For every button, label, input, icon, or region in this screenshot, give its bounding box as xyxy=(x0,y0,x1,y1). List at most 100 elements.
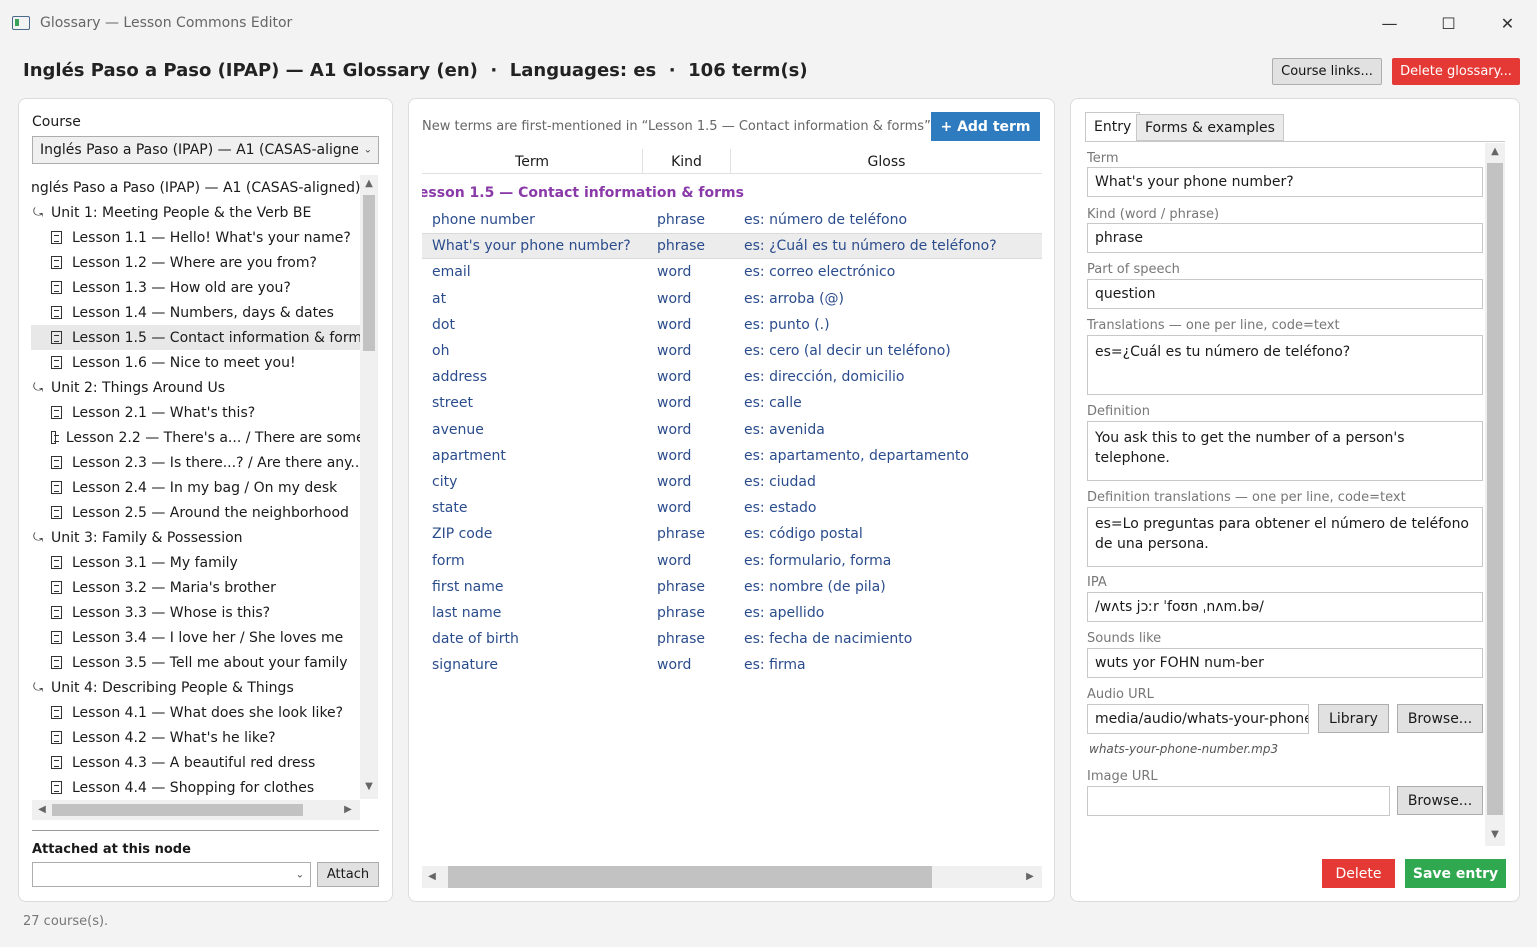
tree-unit-node[interactable]: ⤿ Unit 2: Things Around Us xyxy=(31,375,378,400)
scroll-left-icon[interactable]: ◀ xyxy=(34,804,50,815)
column-header-term[interactable]: Term xyxy=(422,149,643,174)
scroll-right-icon[interactable]: ▶ xyxy=(1022,871,1038,882)
tree-node-label: Lesson 4.3 — A beautiful red dress xyxy=(72,754,316,771)
delete-entry-button[interactable]: Delete xyxy=(1322,859,1395,888)
course-select[interactable]: Inglés Paso a Paso (IPAP) — A1 (CASAS-al… xyxy=(32,136,379,164)
column-header-kind[interactable]: Kind xyxy=(643,149,731,174)
tree-unit-node[interactable]: ⤿ Unit 3: Family & Possession xyxy=(31,525,378,550)
tree-root-node[interactable]: nglés Paso a Paso (IPAP) — A1 (CASAS-ali… xyxy=(31,175,378,200)
attached-select[interactable]: ⌄ xyxy=(32,862,311,887)
course-links-button[interactable]: Course links... xyxy=(1272,58,1382,85)
tree-lesson-node[interactable]: Lesson 4.3 — A beautiful red dress xyxy=(31,750,378,775)
scroll-left-icon[interactable]: ◀ xyxy=(424,871,440,882)
tree-lesson-node[interactable]: Lesson 1.1 — Hello! What's your name? xyxy=(31,225,378,250)
sounds-like-input[interactable]: wuts yor FOHN num-ber xyxy=(1087,648,1483,678)
close-icon[interactable]: ✕ xyxy=(1478,0,1537,46)
table-row[interactable]: signature word es: firma xyxy=(422,652,1042,678)
table-row[interactable]: avenue word es: avenida xyxy=(422,417,1042,443)
terms-grid[interactable]: phone number phrase es: número de teléfono… xyxy=(422,207,1042,678)
def-translations-textarea[interactable]: es=Lo preguntas para obtener el número d… xyxy=(1087,507,1483,567)
tree-lesson-node[interactable]: Lesson 4.1 — What does she look like? xyxy=(31,700,378,725)
image-browse-button[interactable]: Browse... xyxy=(1397,786,1483,815)
entry-scroll-thumb[interactable] xyxy=(1487,163,1503,815)
ipa-input[interactable]: /wʌts jɔːr ˈfoʊn ˌnʌm.bə/ xyxy=(1087,592,1483,622)
tree-lesson-node[interactable]: Lesson 3.1 — My family xyxy=(31,550,378,575)
scroll-down-icon[interactable]: ▼ xyxy=(361,781,377,792)
tree-lesson-node[interactable]: Lesson 2.3 — Is there...? / Are there an… xyxy=(31,450,378,475)
tree-lesson-node[interactable]: Lesson 1.4 — Numbers, days & dates xyxy=(31,300,378,325)
tree-lesson-node[interactable]: Lesson 1.2 — Where are you from? xyxy=(31,250,378,275)
table-row[interactable]: phone number phrase es: número de teléfono xyxy=(422,207,1042,233)
add-term-button[interactable]: + Add term xyxy=(931,112,1040,141)
table-row[interactable]: first name phrase es: nombre (de pila) xyxy=(422,574,1042,600)
column-header-gloss[interactable]: Gloss xyxy=(731,149,1042,174)
definition-textarea[interactable]: You ask this to get the number of a pers… xyxy=(1087,421,1483,481)
tree-hscroll-thumb[interactable] xyxy=(52,804,303,816)
tree-lesson-node[interactable]: Lesson 2.5 — Around the neighborhood xyxy=(31,500,378,525)
tree-lesson-node[interactable]: Lesson 1.3 — How old are you? xyxy=(31,275,378,300)
table-row[interactable]: last name phrase es: apellido xyxy=(422,600,1042,626)
tree-lesson-node[interactable]: Lesson 3.3 — Whose is this? xyxy=(31,600,378,625)
table-row[interactable]: email word es: correo electrónico xyxy=(422,259,1042,285)
table-row[interactable]: state word es: estado xyxy=(422,495,1042,521)
table-row[interactable]: ZIP code phrase es: código postal xyxy=(422,521,1042,547)
tree-lesson-node[interactable]: Lesson 1.6 — Nice to meet you! xyxy=(31,350,378,375)
image-url-input[interactable] xyxy=(1087,786,1390,816)
expander-icon[interactable]: ⤿ xyxy=(33,380,47,395)
table-row[interactable]: oh word es: cero (al decir un teléfono) xyxy=(422,338,1042,364)
translations-textarea[interactable]: es=¿Cuál es tu número de teléfono? xyxy=(1087,335,1483,395)
tab-divider xyxy=(1085,141,1505,142)
expander-icon[interactable]: ⤿ xyxy=(33,205,47,220)
tree-lesson-node[interactable]: Lesson 2.4 — In my bag / On my desk xyxy=(31,475,378,500)
expander-icon[interactable]: ⤿ xyxy=(33,530,47,545)
status-bar: 27 course(s). xyxy=(23,914,109,929)
tree-lesson-node[interactable]: Lesson 3.2 — Maria's brother xyxy=(31,575,378,600)
table-row[interactable]: city word es: ciudad xyxy=(422,469,1042,495)
tree-lesson-node[interactable]: Lesson 1.5 — Contact information & forms xyxy=(31,325,378,350)
grid-horizontal-scrollbar[interactable]: ◀ ▶ xyxy=(422,866,1042,888)
term-input[interactable]: What's your phone number? xyxy=(1087,167,1483,197)
kind-input[interactable]: phrase xyxy=(1087,223,1483,253)
save-entry-button[interactable]: Save entry xyxy=(1405,859,1506,888)
table-row[interactable]: dot word es: punto (.) xyxy=(422,312,1042,338)
table-row[interactable]: street word es: calle xyxy=(422,390,1042,416)
scroll-up-icon[interactable]: ▲ xyxy=(1487,146,1503,157)
table-row[interactable]: at word es: arroba (@) xyxy=(422,286,1042,312)
tab-forms-examples[interactable]: Forms & examples xyxy=(1136,114,1284,141)
scroll-right-icon[interactable]: ▶ xyxy=(340,804,356,815)
table-row[interactable]: What's your phone number? phrase es: ¿Cuál… xyxy=(422,233,1042,260)
tree-lesson-node[interactable]: Lesson 4.2 — What's he like? xyxy=(31,725,378,750)
library-button[interactable]: Library xyxy=(1318,704,1389,733)
course-tree[interactable]: nglés Paso a Paso (IPAP) — A1 (CASAS-ali… xyxy=(31,175,378,820)
scroll-up-icon[interactable]: ▲ xyxy=(361,178,377,189)
tree-unit-node[interactable]: ⤿ Unit 1: Meeting People & the Verb BE xyxy=(31,200,378,225)
tree-lesson-node[interactable]: Lesson 3.4 — I love her / She loves me xyxy=(31,625,378,650)
expander-icon[interactable]: ⤿ xyxy=(33,680,47,695)
tree-vertical-scrollbar[interactable]: ▲ ▼ xyxy=(360,175,378,799)
tree-lesson-node[interactable]: Lesson 3.5 — Tell me about your family xyxy=(31,650,378,675)
divider xyxy=(32,830,379,831)
scroll-down-icon[interactable]: ▼ xyxy=(1487,829,1503,840)
table-row[interactable]: date of birth phrase es: fecha de nacimien… xyxy=(422,626,1042,652)
tab-entry[interactable]: Entry xyxy=(1085,112,1141,141)
table-row[interactable]: form word es: formulario, forma xyxy=(422,547,1042,573)
pos-input[interactable]: question xyxy=(1087,279,1483,309)
tree-horizontal-scrollbar[interactable]: ◀ ▶ xyxy=(32,800,360,820)
tree-lesson-node[interactable]: Lesson 4.4 — Shopping for clothes xyxy=(31,775,378,800)
tree-unit-node[interactable]: ⤿ Unit 4: Describing People & Things xyxy=(31,675,378,700)
cell-term: oh xyxy=(432,343,450,360)
tree-lesson-node[interactable]: Lesson 2.2 — There's a... / There are so… xyxy=(31,425,378,450)
attach-button[interactable]: Attach xyxy=(317,862,379,887)
audio-browse-button[interactable]: Browse... xyxy=(1397,704,1483,733)
grid-hscroll-thumb[interactable] xyxy=(448,866,932,888)
audio-url-input[interactable]: media/audio/whats-your-phone-number.mp3 xyxy=(1087,704,1309,734)
tree-node-label: Lesson 2.5 — Around the neighborhood xyxy=(72,504,349,521)
maximize-icon[interactable]: ☐ xyxy=(1419,0,1478,46)
minimize-icon[interactable]: — xyxy=(1360,0,1419,46)
table-row[interactable]: address word es: dirección, domicilio xyxy=(422,364,1042,390)
delete-glossary-button[interactable]: Delete glossary... xyxy=(1392,58,1520,85)
tree-scroll-thumb[interactable] xyxy=(363,195,375,351)
table-row[interactable]: apartment word es: apartamento, departamen… xyxy=(422,443,1042,469)
tree-lesson-node[interactable]: Lesson 2.1 — What's this? xyxy=(31,400,378,425)
entry-vertical-scrollbar[interactable]: ▲ ▼ xyxy=(1485,143,1505,846)
